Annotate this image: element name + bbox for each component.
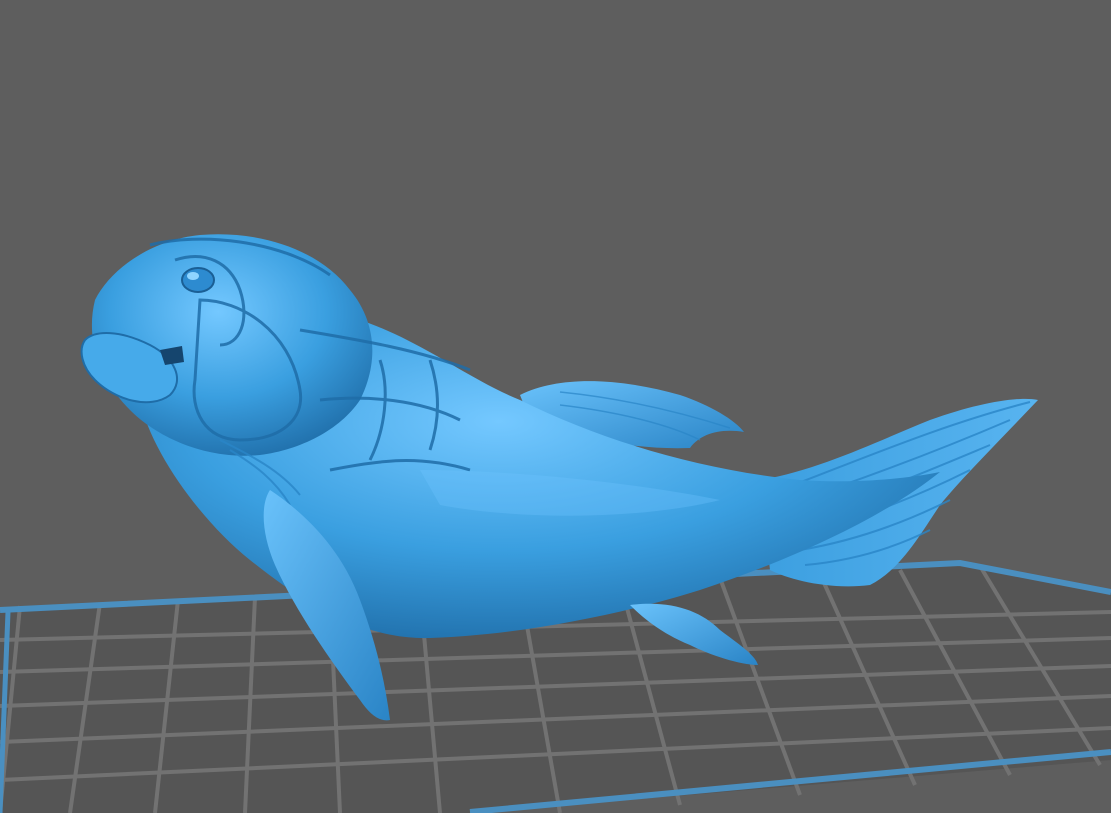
viewport-scene[interactable] [0,0,1111,813]
fish-eye [181,267,215,293]
fish-eye-highlight [187,272,199,280]
3d-viewport[interactable] [0,0,1111,813]
